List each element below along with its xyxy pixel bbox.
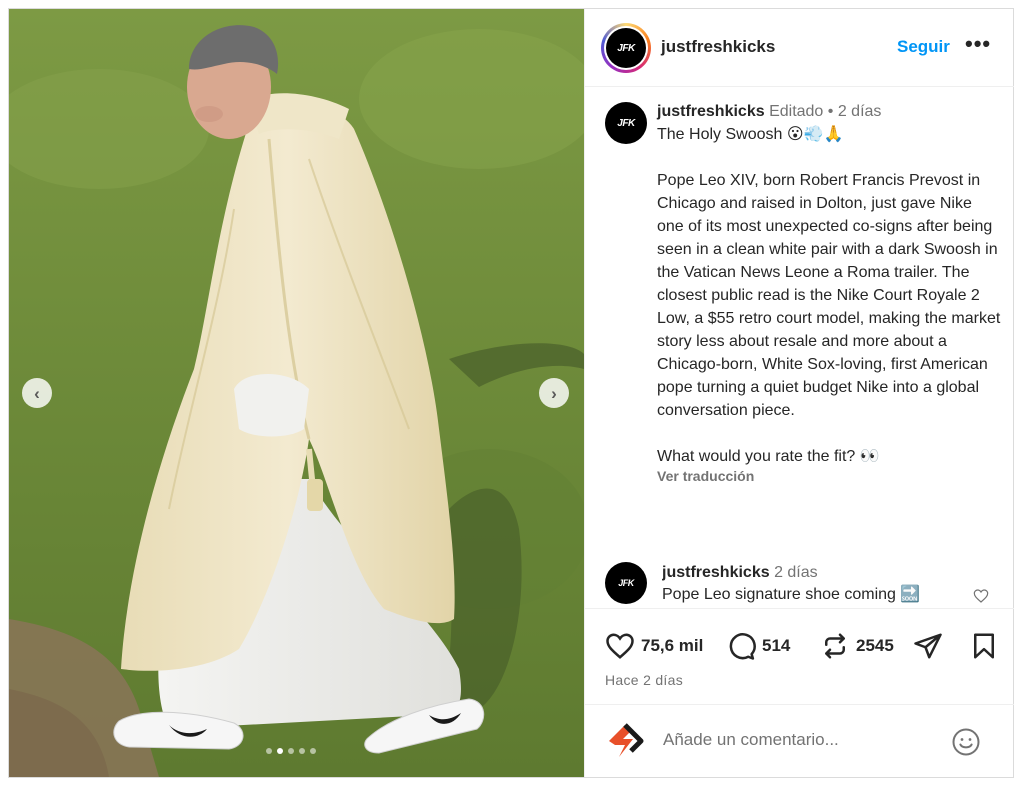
carousel-dot [310, 748, 316, 754]
meta-separator: • [823, 103, 838, 120]
bookmark-icon[interactable] [969, 631, 999, 661]
like-group: 75,6 mil [605, 631, 703, 661]
save-group [969, 631, 999, 661]
carousel-dot [288, 748, 294, 754]
caption-body: justfreshkicks Editado • 2 días The Holy… [657, 100, 1002, 484]
comment-body: justfreshkicks 2 días Pope Leo signature… [662, 562, 972, 606]
caption-text: Pope Leo XIV, born Robert Francis Prevos… [657, 172, 1001, 419]
user-avatar-icon [609, 723, 644, 757]
comment-like-heart-icon[interactable] [973, 588, 989, 604]
add-comment-bar [585, 704, 1014, 777]
comment-bubble-icon[interactable] [726, 631, 756, 661]
like-count[interactable]: 75,6 mil [641, 636, 703, 656]
comment-avatar-wrapper[interactable]: JFK [605, 562, 647, 604]
paper-plane-icon[interactable] [913, 631, 943, 661]
next-slide-button[interactable]: › [539, 378, 569, 408]
story-ring[interactable]: JFK [601, 23, 651, 73]
carousel-indicator [266, 748, 316, 754]
caption-header-line: justfreshkicks Editado • 2 días [657, 100, 1002, 123]
post-photo [9, 9, 584, 777]
avatar: JFK [606, 28, 646, 68]
post-media[interactable]: ‹ › [9, 9, 584, 777]
caption-section: JFK justfreshkicks Editado • 2 días The … [585, 88, 1014, 608]
caption-username[interactable]: justfreshkicks [657, 103, 765, 120]
see-translation-link[interactable]: Ver traducción [657, 468, 1002, 484]
previous-slide-button[interactable]: ‹ [22, 378, 52, 408]
edited-label: Editado [769, 103, 824, 120]
post-header: JFK justfreshkicks Seguir ••• [585, 9, 1014, 87]
caption-time[interactable]: 2 días [838, 103, 882, 120]
chevron-right-icon: › [551, 383, 557, 403]
post-timestamp[interactable]: Hace 2 días [605, 672, 683, 688]
more-options-icon[interactable]: ••• [965, 31, 991, 57]
caption-avatar-wrapper[interactable]: JFK [605, 102, 647, 144]
heart-icon[interactable] [605, 631, 635, 661]
repost-icon[interactable] [820, 631, 850, 661]
post-sidebar: JFK justfreshkicks Seguir ••• JFK justfr… [584, 9, 1014, 777]
username-link[interactable]: justfreshkicks [661, 37, 775, 57]
carousel-dot [266, 748, 272, 754]
avatar: JFK [605, 562, 647, 604]
comment-username[interactable]: justfreshkicks [662, 564, 770, 581]
comment-input[interactable] [663, 725, 943, 755]
carousel-dot [299, 748, 305, 754]
comment-count[interactable]: 514 [762, 636, 790, 656]
follow-button[interactable]: Seguir [897, 37, 950, 57]
repost-group: 2545 [820, 631, 894, 661]
repost-count[interactable]: 2545 [856, 636, 894, 656]
comment-text: Pope Leo signature shoe coming 🔜 [662, 586, 921, 603]
caption-question: What would you rate the fit? 👀 [657, 448, 880, 465]
avatar: JFK [605, 102, 647, 144]
caption-title: The Holy Swoosh 😮💨🙏 [657, 126, 844, 143]
chevron-left-icon: ‹ [34, 383, 40, 403]
comment-time: 2 días [774, 564, 818, 581]
carousel-dot-active [277, 748, 283, 754]
action-bar: 75,6 mil 514 2545 Hace 2 días [585, 608, 1014, 704]
share-group [913, 631, 943, 661]
comment-group: 514 [726, 631, 790, 661]
post-frame: ‹ › JFK justfreshkicks Seguir ••• JFK ju… [8, 8, 1014, 778]
emoji-icon[interactable] [951, 727, 981, 757]
